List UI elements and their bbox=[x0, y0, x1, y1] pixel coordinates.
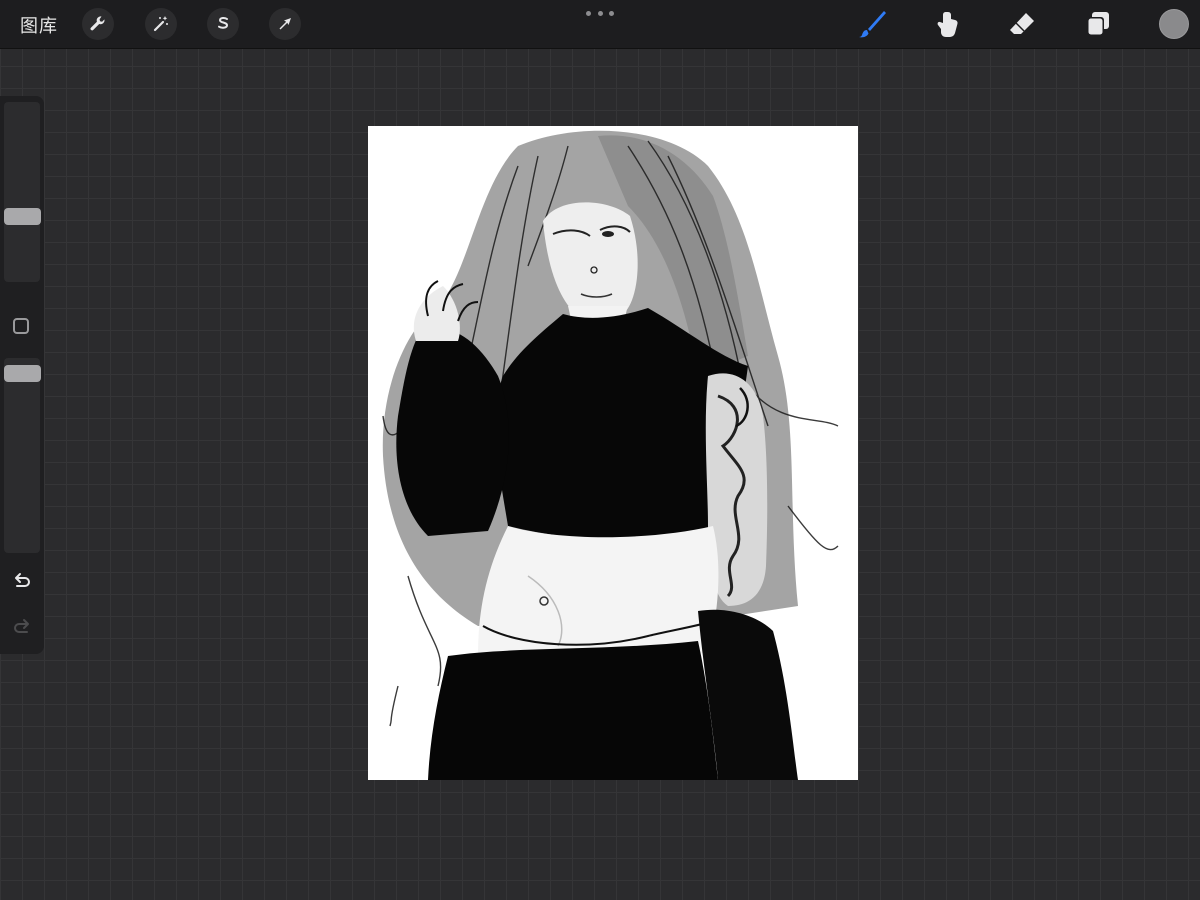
layers-icon bbox=[1087, 12, 1109, 36]
drawing-canvas[interactable] bbox=[368, 126, 858, 780]
selection-s-icon bbox=[218, 16, 229, 29]
top-toolbar: 图库 bbox=[0, 0, 1200, 49]
gallery-button[interactable]: 图库 bbox=[20, 12, 58, 38]
smudge-tool-button[interactable] bbox=[930, 8, 962, 40]
opacity-slider[interactable] bbox=[4, 358, 40, 553]
brush-tool-button[interactable] bbox=[856, 8, 888, 40]
arrow-cursor-icon bbox=[279, 18, 291, 30]
square-modifier-icon[interactable] bbox=[13, 318, 29, 334]
eraser-icon bbox=[1010, 13, 1034, 34]
magic-wand-icon bbox=[153, 16, 168, 32]
left-sidebar bbox=[0, 96, 44, 654]
ellipsis-icon[interactable] bbox=[586, 6, 614, 20]
eraser-tool-button[interactable] bbox=[1006, 8, 1038, 40]
actions-button[interactable] bbox=[82, 8, 114, 40]
undo-icon bbox=[15, 573, 30, 587]
brush-size-slider[interactable] bbox=[4, 102, 40, 282]
brush-size-slider-thumb[interactable] bbox=[4, 207, 41, 225]
opacity-slider-thumb[interactable] bbox=[4, 365, 41, 383]
wrench-icon bbox=[90, 16, 105, 31]
redo-icon bbox=[14, 619, 29, 633]
artwork-illustration bbox=[382, 130, 839, 780]
selection-button[interactable] bbox=[207, 8, 239, 40]
transform-button[interactable] bbox=[269, 8, 301, 40]
color-picker-button[interactable] bbox=[1159, 9, 1189, 39]
brush-icon bbox=[859, 11, 886, 38]
undo-button[interactable] bbox=[10, 570, 34, 594]
adjustments-button[interactable] bbox=[145, 8, 177, 40]
smudge-finger-icon bbox=[937, 12, 958, 37]
layers-button[interactable] bbox=[1082, 8, 1114, 40]
redo-button[interactable] bbox=[10, 616, 34, 640]
